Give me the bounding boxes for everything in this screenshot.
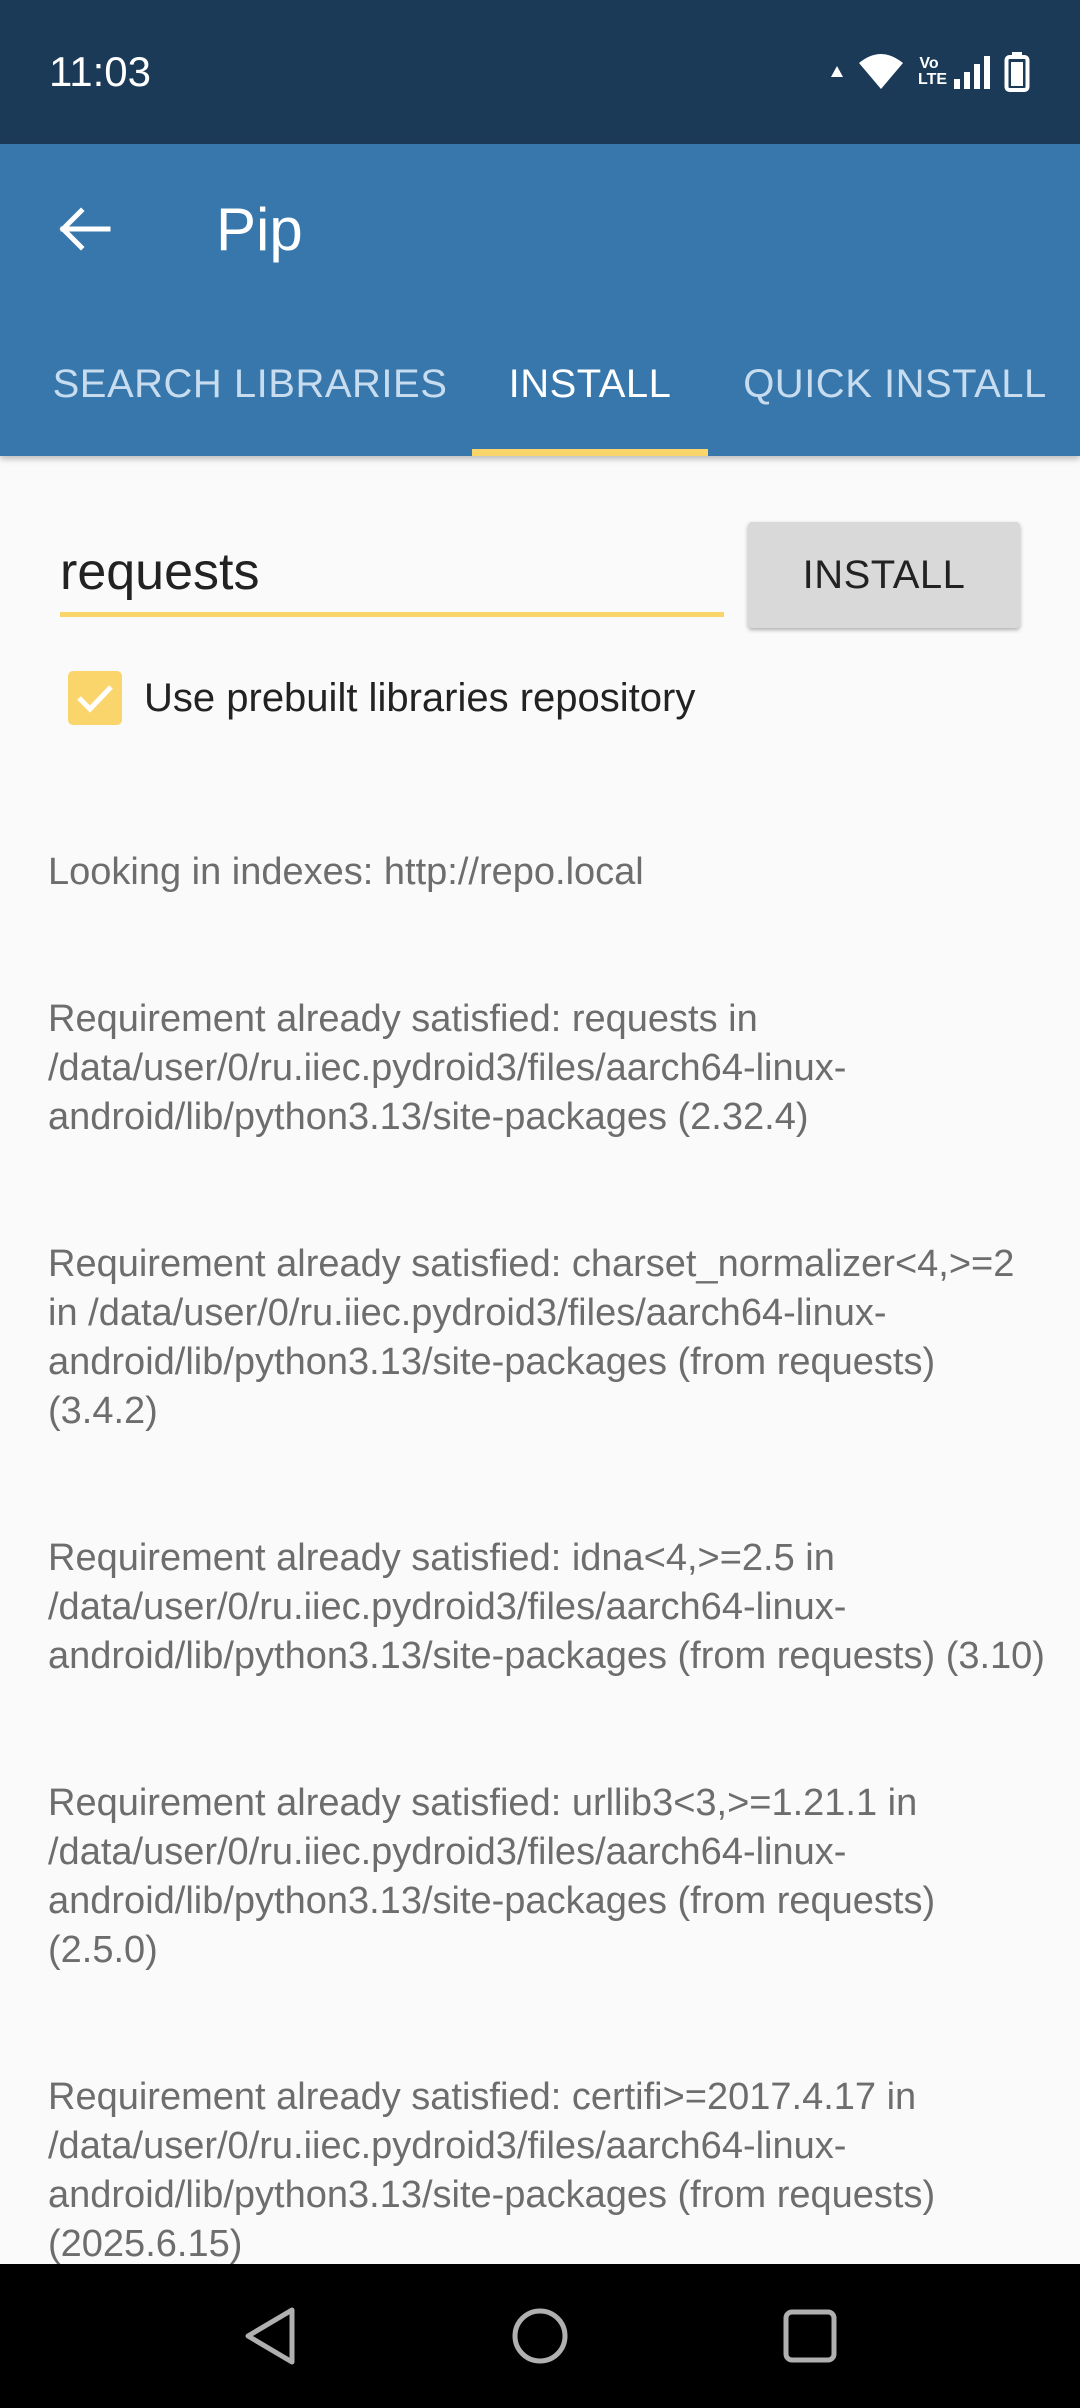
wifi-icon (859, 54, 903, 89)
log-line: Looking in indexes: http://repo.local (48, 851, 644, 893)
package-name-input[interactable] (60, 532, 724, 612)
nav-home-button[interactable] (494, 2290, 586, 2382)
nav-recents-icon (783, 2309, 837, 2363)
tab-bar: SEARCH LIBRARIES INSTALL QUICK INSTALL (0, 312, 1080, 456)
data-arrow-icon (831, 66, 843, 77)
status-icons: Vo LTE (830, 48, 1030, 96)
navigation-bar (0, 2264, 1080, 2408)
app-title: Pip (216, 196, 303, 263)
input-underline (60, 612, 724, 617)
app-bar: Pip SEARCH LIBRARIES INSTALL QUICK INSTA… (0, 144, 1080, 456)
use-prebuilt-row[interactable]: Use prebuilt libraries repository (68, 668, 695, 728)
back-button[interactable] (40, 184, 130, 274)
log-line: Requirement already satisfied: requests … (48, 998, 847, 1138)
arrow-left-icon (59, 207, 111, 251)
status-bar: 11:03 Vo LTE (0, 0, 1080, 144)
tab-install[interactable]: INSTALL (472, 312, 708, 456)
log-line: Requirement already satisfied: urllib3<3… (48, 1782, 946, 1971)
status-time: 11:03 (49, 48, 151, 95)
use-prebuilt-label: Use prebuilt libraries repository (144, 675, 696, 720)
signal-icon (954, 56, 990, 89)
log-line: Requirement already satisfied: charset_n… (48, 1243, 1025, 1432)
use-prebuilt-checkbox[interactable] (68, 671, 122, 725)
volte-icon: Vo LTE (918, 55, 948, 88)
tab-indicator (472, 449, 708, 456)
pip-screen: 11:03 Vo LTE Pip SEARCH LIBRARIES INSTAL… (0, 0, 1080, 2408)
pip-log-output: Looking in indexes: http://repo.local Re… (48, 750, 1048, 2367)
log-line: Requirement already satisfied: idna<4,>=… (48, 1537, 1045, 1677)
tab-search-libraries[interactable]: SEARCH LIBRARIES (32, 312, 468, 456)
install-button[interactable]: INSTALL (748, 522, 1020, 628)
nav-recents-button[interactable] (764, 2290, 856, 2382)
nav-back-icon (245, 2307, 295, 2365)
nav-home-icon (512, 2308, 568, 2364)
tab-quick-install[interactable]: QUICK INSTALL (720, 312, 1070, 456)
nav-back-button[interactable] (224, 2290, 316, 2382)
check-icon (77, 685, 113, 713)
battery-icon (1004, 52, 1030, 92)
log-line: Requirement already satisfied: certifi>=… (48, 2076, 946, 2265)
